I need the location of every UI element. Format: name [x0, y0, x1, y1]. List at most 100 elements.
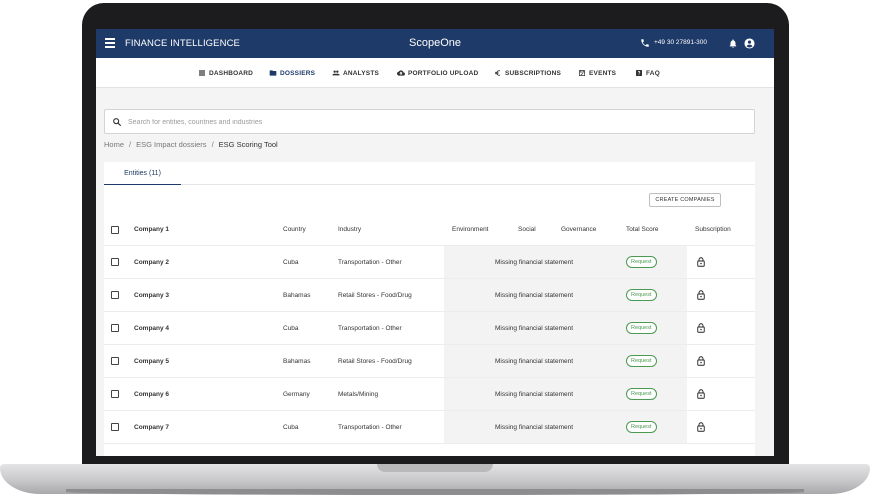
phone-number[interactable]: +49 30 27891-300 — [654, 39, 707, 46]
nav-events[interactable]: EVENTS — [578, 69, 616, 77]
request-button[interactable]: Request — [626, 289, 657, 301]
main-content: Home / ESG Impact dossiers / ESG Scoring… — [96, 89, 774, 456]
score-status: Missing financial statement — [495, 324, 574, 332]
euro-icon — [495, 70, 501, 76]
breadcrumb-separator: / — [211, 140, 214, 149]
row-checkbox[interactable] — [111, 390, 119, 398]
column-social[interactable]: Social — [518, 214, 536, 245]
company-name[interactable]: Company 3 — [134, 279, 169, 311]
bell-icon[interactable] — [728, 38, 738, 49]
score-status: Missing financial statement — [495, 291, 574, 299]
table-row[interactable]: Company 4 Cuba Transportation - Other Missi… — [104, 312, 755, 345]
subscription-cell — [697, 345, 705, 377]
table-row[interactable]: Company 6 Germany Metals/Mining Missing fin… — [104, 378, 755, 411]
score-status: Missing financial statement — [495, 357, 574, 365]
breadcrumb-home[interactable]: Home — [104, 140, 124, 149]
row-checkbox[interactable] — [111, 357, 119, 365]
laptop-notch — [377, 464, 493, 472]
lock-icon[interactable] — [697, 257, 705, 267]
entities-table: Company 1 Country Industry Environment S… — [104, 214, 755, 444]
company-name[interactable]: Company 6 — [134, 378, 169, 410]
phone-icon — [641, 39, 649, 47]
industry-cell: Retail Stores - Food/Drug — [338, 357, 412, 365]
company-name[interactable]: Company 5 — [134, 345, 169, 377]
request-cell: Request — [626, 411, 657, 443]
request-cell: Request — [626, 345, 657, 377]
company-name[interactable]: Company 7 — [134, 411, 169, 443]
select-all-checkbox[interactable] — [111, 225, 119, 234]
company-name[interactable]: Company 4 — [134, 312, 169, 344]
search-input[interactable] — [128, 115, 728, 129]
country-cell: Cuba — [283, 423, 299, 431]
industry-cell: Retail Stores - Food/Drug — [338, 291, 412, 299]
tab-divider — [104, 184, 755, 185]
search-bar — [104, 109, 755, 134]
nav-analysts-label: ANALYSTS — [343, 69, 380, 77]
laptop-foot — [66, 489, 804, 495]
nav-faq[interactable]: FAQ — [635, 69, 660, 77]
subscription-cell — [697, 246, 705, 278]
breadcrumb: Home / ESG Impact dossiers / ESG Scoring… — [104, 140, 278, 149]
top-app-bar: FINANCE INTELLIGENCE ScopeOne +49 30 278… — [96, 29, 774, 58]
subscription-cell — [697, 312, 705, 344]
tab-entities[interactable]: Entities (11) — [104, 162, 181, 185]
country-cell: Bahamas — [283, 291, 311, 299]
country-cell: Cuba — [283, 258, 299, 266]
column-subscription[interactable]: Subscription — [695, 214, 731, 245]
row-select-cell — [111, 312, 119, 344]
request-cell: Request — [626, 279, 657, 311]
breadcrumb-separator: / — [129, 140, 132, 149]
industry-cell: Transportation - Other — [338, 324, 402, 332]
request-button[interactable]: Request — [626, 388, 657, 400]
lock-icon[interactable] — [697, 389, 705, 399]
company-name[interactable]: Company 2 — [134, 246, 169, 278]
create-companies-button[interactable]: CREATE COMPANIES — [649, 193, 721, 207]
nav-faq-label: FAQ — [646, 69, 660, 77]
lock-icon[interactable] — [697, 356, 705, 366]
column-environment[interactable]: Environment — [452, 214, 489, 245]
column-governance[interactable]: Governance — [561, 214, 596, 245]
dashboard-icon — [199, 70, 205, 76]
nav-analysts[interactable]: ANALYSTS — [332, 69, 379, 77]
subscription-cell — [697, 378, 705, 410]
row-checkbox[interactable] — [111, 324, 119, 332]
table-row[interactable]: Company 5 Bahamas Retail Stores - Food/Dru… — [104, 345, 755, 378]
subscription-cell — [697, 279, 705, 311]
column-company[interactable]: Company 1 — [134, 214, 169, 245]
score-status: Missing financial statement — [495, 390, 574, 398]
nav-subscriptions-label: SUBSCRIPTIONS — [505, 69, 562, 77]
industry-cell: Transportation - Other — [338, 258, 402, 266]
app-brand[interactable]: FINANCE INTELLIGENCE — [125, 38, 240, 49]
row-select-cell — [111, 246, 119, 278]
row-checkbox[interactable] — [111, 423, 119, 431]
row-checkbox[interactable] — [111, 258, 119, 266]
breadcrumb-esg-impact-dossiers[interactable]: ESG Impact dossiers — [136, 140, 206, 149]
row-select-cell — [111, 279, 119, 311]
request-button[interactable]: Request — [626, 421, 657, 433]
country-cell: Cuba — [283, 324, 299, 332]
lock-icon[interactable] — [697, 422, 705, 432]
request-button[interactable]: Request — [626, 256, 657, 268]
table-row[interactable]: Company 7 Cuba Transportation - Other Missi… — [104, 411, 755, 444]
lock-icon[interactable] — [697, 290, 705, 300]
search-icon — [113, 118, 122, 127]
nav-portfolio-upload[interactable]: PORTFOLIO UPLOAD — [397, 69, 478, 77]
request-button[interactable]: Request — [626, 322, 657, 334]
menu-icon[interactable] — [105, 38, 115, 48]
screen: FINANCE INTELLIGENCE ScopeOne +49 30 278… — [96, 29, 774, 456]
column-total-score[interactable]: Total Score — [626, 214, 659, 245]
lock-icon[interactable] — [697, 323, 705, 333]
nav-events-label: EVENTS — [589, 69, 617, 77]
country-cell: Germany — [283, 390, 310, 398]
nav-dossiers[interactable]: DOSSIERS — [269, 69, 315, 77]
nav-dashboard[interactable]: DASHBOARD — [198, 69, 253, 77]
row-checkbox[interactable] — [111, 291, 119, 299]
row-select-cell — [111, 345, 119, 377]
table-row[interactable]: Company 3 Bahamas Retail Stores - Food/Dru… — [104, 279, 755, 312]
request-button[interactable]: Request — [626, 355, 657, 367]
nav-subscriptions[interactable]: SUBSCRIPTIONS — [494, 69, 561, 77]
table-row[interactable]: Company 2 Cuba Transportation - Other Missi… — [104, 246, 755, 279]
account-icon[interactable] — [744, 38, 755, 49]
column-industry[interactable]: Industry — [338, 214, 361, 245]
column-country[interactable]: Country — [283, 214, 306, 245]
